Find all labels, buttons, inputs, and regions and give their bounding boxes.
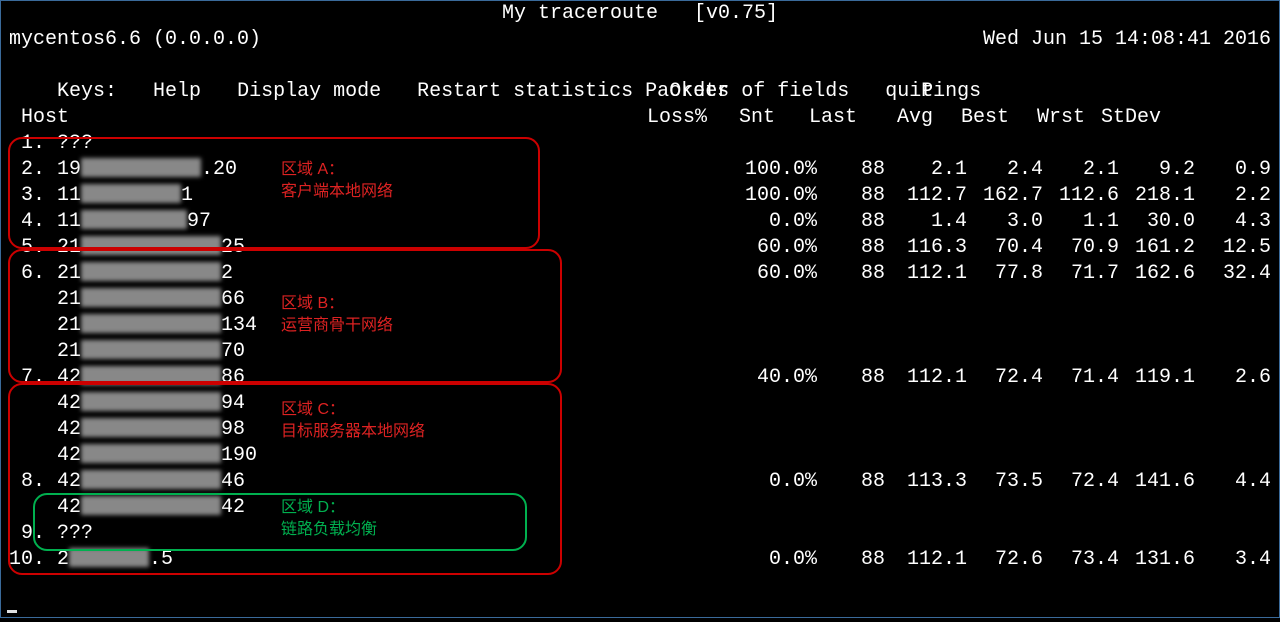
hop-row: 10. 2.5 0.0%88112.172.673.4131.63.4	[1, 547, 1279, 573]
redacted-ip	[81, 340, 221, 359]
redacted-ip	[81, 184, 181, 203]
hop-host: 9. ???	[9, 521, 249, 547]
redacted-ip	[81, 418, 221, 437]
hop-row: 2170	[1, 339, 1279, 365]
col-snt: Snt	[707, 105, 775, 131]
col-host: Host	[9, 105, 619, 131]
hop-host: 4. 1197	[9, 209, 249, 235]
redacted-ip	[81, 444, 221, 463]
hop-row: 6. 212 60.0%88112.177.871.7162.632.4	[1, 261, 1279, 287]
col-last: Last	[775, 105, 857, 131]
hop-row: 9. ???	[1, 521, 1279, 547]
redacted-ip	[69, 548, 149, 567]
hop-host: 42190	[9, 443, 249, 469]
hop-host: 2. 19.20	[9, 157, 249, 183]
hop-host: 6. 212	[9, 261, 249, 287]
hop-row: 4. 1197 0.0%881.43.01.130.04.3	[1, 209, 1279, 235]
redacted-ip	[81, 262, 221, 281]
hop-host: 4294	[9, 391, 249, 417]
hop-stats: 0.0%88112.172.673.4131.63.4	[729, 547, 1279, 573]
hop-stats: 0.0%881.43.01.130.04.3	[729, 209, 1279, 235]
redacted-ip	[81, 470, 221, 489]
app-title: My traceroute [v0.75]	[1, 1, 1279, 27]
section-headers: Packets Pings	[1, 79, 1279, 105]
hop-row: 3. 111 100.0%88112.7162.7112.6218.12.2	[1, 183, 1279, 209]
col-best: Best	[933, 105, 1009, 131]
hop-host: 21134	[9, 313, 249, 339]
redacted-ip	[81, 496, 221, 515]
col-wrst: Wrst	[1009, 105, 1085, 131]
hop-host: 10. 2.5	[9, 547, 249, 573]
hdr-packets: Packets	[645, 80, 729, 103]
col-loss: Loss%	[619, 105, 707, 131]
hop-host: 5. 2125	[9, 235, 249, 261]
hop-row: 1. ???	[1, 131, 1279, 157]
hop-host: 4242	[9, 495, 249, 521]
column-headers: HostLoss%SntLastAvgBestWrstStDev	[1, 105, 1279, 131]
hop-row: 4294	[1, 391, 1279, 417]
redacted-ip	[81, 314, 221, 333]
hop-row: 2. 19.20 100.0%882.12.42.19.20.9	[1, 157, 1279, 183]
redacted-ip	[81, 288, 221, 307]
redacted-ip	[81, 392, 221, 411]
redacted-ip	[81, 158, 201, 177]
hdr-pings: Pings	[921, 80, 981, 103]
keys-line: Keys: Help Display mode Restart statisti…	[1, 53, 1279, 79]
col-stdev: StDev	[1085, 105, 1161, 131]
redacted-ip	[81, 366, 221, 385]
hop-row: 42190	[1, 443, 1279, 469]
hop-stats: 40.0%88112.172.471.4119.12.6	[729, 365, 1279, 391]
hop-row: 5. 2125 60.0%88116.370.470.9161.212.5	[1, 235, 1279, 261]
hop-host: 4298	[9, 417, 249, 443]
hop-rows: 1. ??? 2. 19.20 100.0%882.12.42.19.20.9 3…	[1, 131, 1279, 573]
hop-row: 2166	[1, 287, 1279, 313]
hop-stats: 0.0%88113.373.572.4141.64.4	[729, 469, 1279, 495]
col-avg: Avg	[857, 105, 933, 131]
terminal-cursor	[7, 610, 17, 613]
hop-row: 8. 4246 0.0%88113.373.572.4141.64.4	[1, 469, 1279, 495]
hop-stats: 100.0%88112.7162.7112.6218.12.2	[729, 183, 1279, 209]
host-line: mycentos6.6 (0.0.0.0) Wed Jun 15 14:08:4…	[1, 27, 1279, 53]
hop-row: 7. 4286 40.0%88112.172.471.4119.12.6	[1, 365, 1279, 391]
hop-row: 4298	[1, 417, 1279, 443]
hop-host: 2170	[9, 339, 249, 365]
hop-host: 7. 4286	[9, 365, 249, 391]
hop-row: 4242	[1, 495, 1279, 521]
hop-row: 21134	[1, 313, 1279, 339]
datetime: Wed Jun 15 14:08:41 2016	[983, 27, 1271, 53]
hop-host: 1. ???	[9, 131, 249, 157]
redacted-ip	[81, 210, 187, 229]
hop-host: 8. 4246	[9, 469, 249, 495]
hop-host: 3. 111	[9, 183, 249, 209]
local-host: mycentos6.6 (0.0.0.0)	[9, 27, 261, 53]
redacted-ip	[81, 236, 221, 255]
hop-stats: 60.0%88112.177.871.7162.632.4	[729, 261, 1279, 287]
hop-stats: 60.0%88116.370.470.9161.212.5	[729, 235, 1279, 261]
hop-stats: 100.0%882.12.42.19.20.9	[729, 157, 1279, 183]
hop-host: 2166	[9, 287, 249, 313]
terminal-window: My traceroute [v0.75] mycentos6.6 (0.0.0…	[0, 0, 1280, 618]
